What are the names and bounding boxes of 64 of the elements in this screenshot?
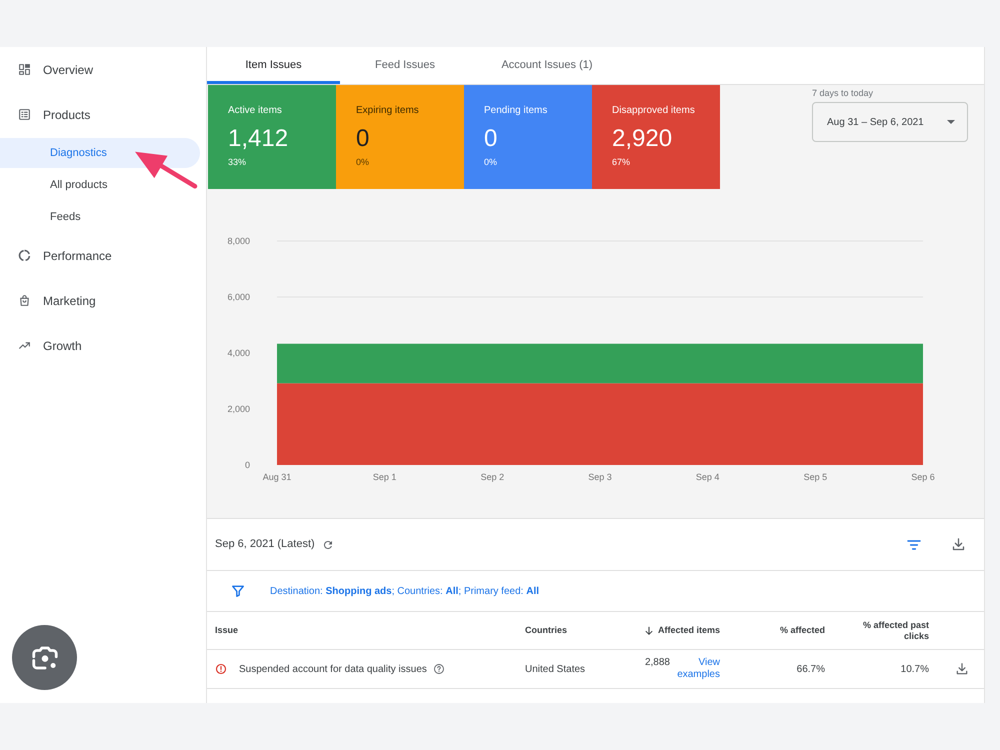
sidebar-item[interactable]: Growth xyxy=(18,336,82,354)
column-header[interactable]: Issue xyxy=(215,624,525,638)
card-label: Active items xyxy=(228,104,282,118)
card-value: 2,920 xyxy=(612,125,672,153)
card-percent: 33% xyxy=(228,156,246,168)
sidebar-item[interactable]: Marketing xyxy=(18,292,96,310)
axis-label: 0 xyxy=(244,460,250,470)
axis-label: 4,000 xyxy=(227,348,250,358)
card-label: Disapproved items xyxy=(612,104,695,118)
sidebar-item[interactable]: Performance xyxy=(18,246,112,264)
card-value: 0 xyxy=(356,125,370,153)
axis-label: Sep 2 xyxy=(480,472,504,482)
card-label: Pending items xyxy=(484,104,548,118)
summary-card[interactable]: Pending items 0 0% xyxy=(464,85,592,189)
table-cell-text: 66.7% xyxy=(796,662,825,676)
card-value: 1,412 xyxy=(228,125,288,153)
tab[interactable]: Account Issues (1) xyxy=(470,47,624,84)
summary-card[interactable]: Disapproved items 2,920 67% xyxy=(592,85,720,189)
card-value: 0 xyxy=(484,125,498,153)
date-range-label: 7 days to today xyxy=(812,87,874,99)
filter-summary: Destination: Shopping ads; Countries: All; Primary feed: All xyxy=(270,584,539,598)
axis-label: 2,000 xyxy=(227,404,250,414)
refresh-icon[interactable] xyxy=(322,538,334,550)
sidebar-subitem[interactable]: Feeds xyxy=(50,208,81,226)
sidebar-item[interactable]: Products xyxy=(18,106,90,124)
card-percent: 0% xyxy=(356,156,370,168)
sort-arrow-icon xyxy=(644,626,654,636)
axis-label: Sep 4 xyxy=(696,472,720,482)
axis-label: 8,000 xyxy=(227,236,250,246)
list-icon xyxy=(18,108,31,121)
card-label: Expiring items xyxy=(356,104,419,118)
table-cell-text: Suspended account for data quality issues xyxy=(239,662,427,676)
date-label: Sep 6, 2021 (Latest) xyxy=(215,537,315,552)
table-cell-text: 10.7% xyxy=(900,662,929,676)
column-header[interactable]: Countries xyxy=(525,624,625,638)
axis-label: Aug 31 xyxy=(262,472,292,482)
view-examples-link[interactable]: View examples xyxy=(676,657,720,681)
card-percent: 0% xyxy=(484,156,498,168)
axis-label: Sep 1 xyxy=(372,472,396,482)
table-cell: 2,888 xyxy=(644,657,670,669)
card-percent: 67% xyxy=(612,156,630,168)
sidebar-item[interactable]: Overview xyxy=(18,60,94,78)
column-header[interactable]: % affected xyxy=(720,624,825,638)
download-icon[interactable] xyxy=(951,537,966,552)
table-cell-text: United States xyxy=(525,662,586,676)
dashboard-icon xyxy=(18,63,31,76)
shopping-bag-icon xyxy=(18,294,31,307)
help-icon[interactable] xyxy=(432,663,445,675)
column-header[interactable]: % affected past clicks xyxy=(825,620,929,642)
summary-card[interactable]: Expiring items 0 0% xyxy=(336,85,464,189)
date-range-dropdown[interactable]: Aug 31 – Sep 6, 2021 xyxy=(812,102,968,142)
axis-label: Sep 3 xyxy=(588,472,612,482)
ring-icon xyxy=(18,249,31,262)
tab[interactable]: Feed Issues xyxy=(340,47,470,84)
error-icon xyxy=(215,663,227,675)
axis-label: 6,000 xyxy=(227,292,250,302)
filter-icon[interactable] xyxy=(231,584,245,598)
download-icon[interactable] xyxy=(955,662,969,676)
caret-icon xyxy=(947,120,955,124)
axis-label: Sep 6 xyxy=(911,472,935,482)
axis-label: Sep 5 xyxy=(804,472,828,482)
column-header[interactable]: Affected items xyxy=(625,624,720,638)
sidebar-subitem[interactable]: Diagnostics xyxy=(0,138,200,168)
sidebar-subitem[interactable]: All products xyxy=(50,176,108,194)
